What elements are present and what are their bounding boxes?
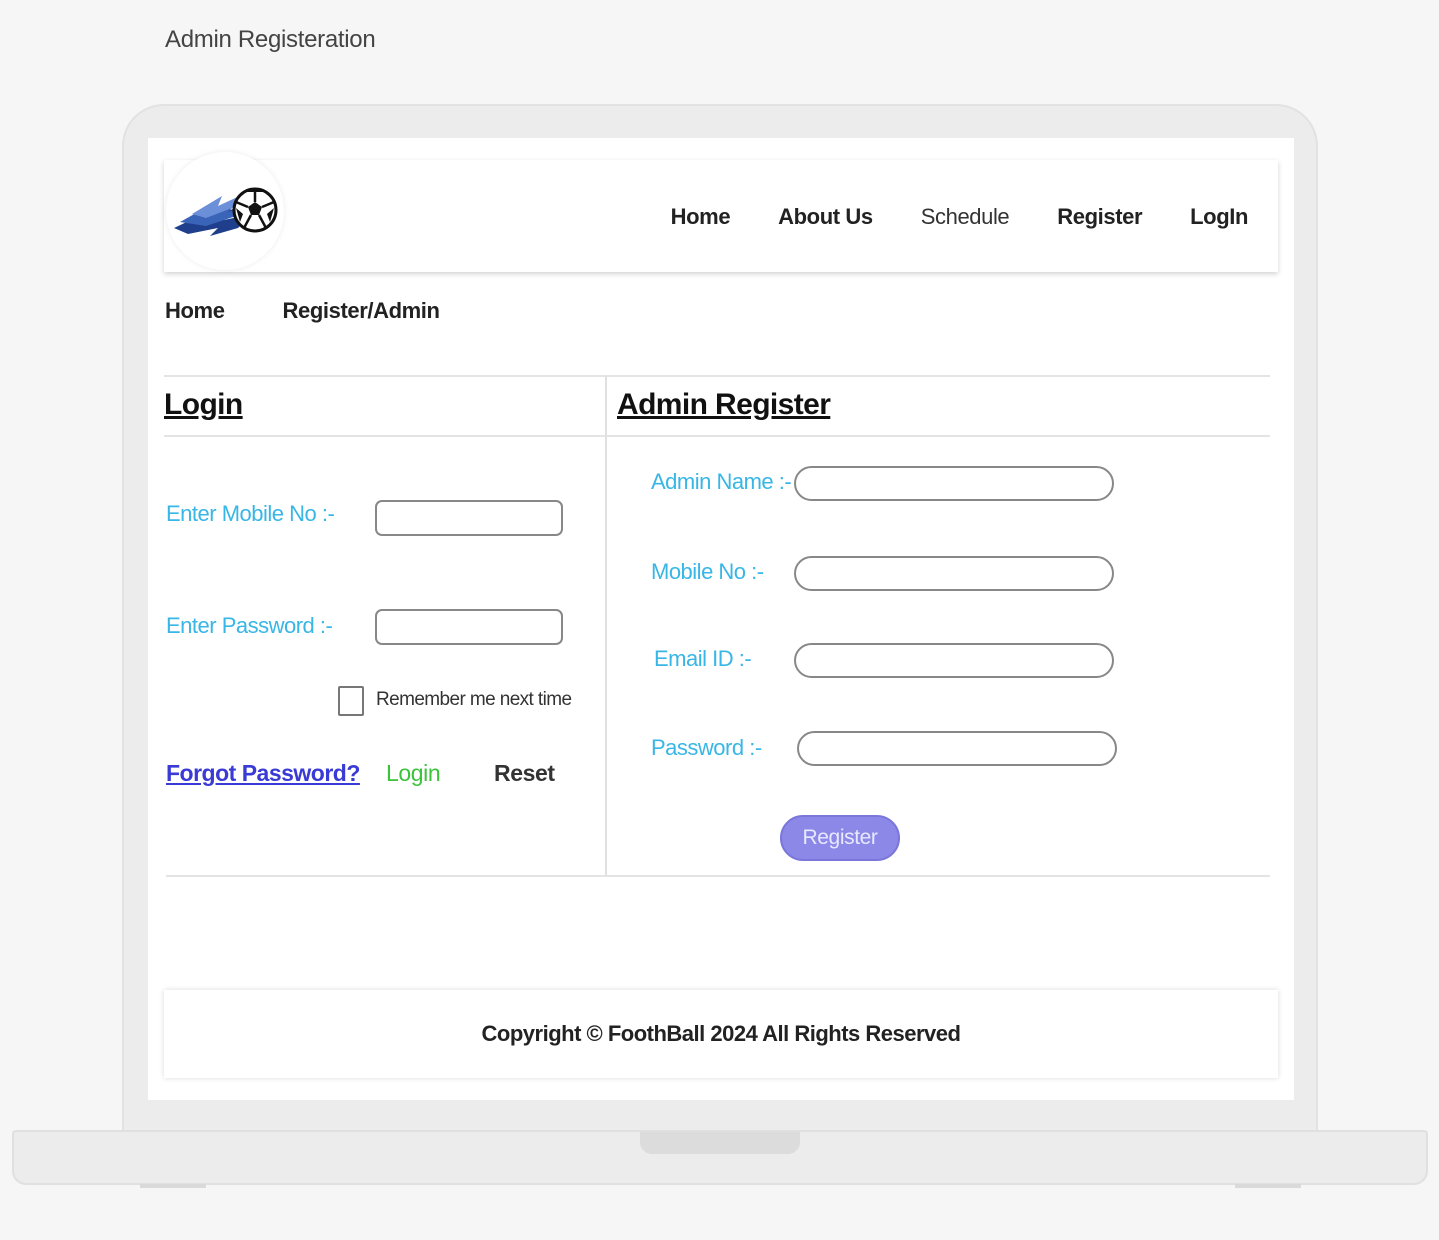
site-footer: Copyright © FoothBall 2024 All Rights Re… xyxy=(164,990,1278,1078)
admin-mobile-label: Mobile No :- xyxy=(651,559,764,584)
admin-password-input[interactable] xyxy=(797,731,1117,766)
panel-vertical-divider xyxy=(605,376,607,876)
app-screen: Home About Us Schedule Register LogIn Ho… xyxy=(148,138,1294,1100)
login-mobile-input[interactable] xyxy=(375,500,563,536)
admin-name-input[interactable] xyxy=(794,466,1114,501)
password-label: Enter Password :- xyxy=(166,613,333,638)
site-header: Home About Us Schedule Register LogIn xyxy=(164,152,1278,272)
admin-email-input[interactable] xyxy=(794,643,1114,678)
admin-mobile-input[interactable] xyxy=(794,556,1114,591)
nav-about-us[interactable]: About Us xyxy=(778,204,873,230)
panel-bottom-divider xyxy=(166,875,1270,877)
login-password-input[interactable] xyxy=(375,609,563,645)
forgot-password-link[interactable]: Forgot Password? xyxy=(166,760,360,787)
main-nav: Home About Us Schedule Register LogIn xyxy=(671,204,1249,230)
reset-button[interactable]: Reset xyxy=(494,760,555,787)
admin-register-title: Admin Register xyxy=(617,388,831,421)
remember-label: Remember me next time xyxy=(376,689,572,710)
page-caption: Admin Registeration xyxy=(165,26,376,53)
panel-top-divider xyxy=(164,375,1270,377)
breadcrumb: Home Register/Admin xyxy=(165,298,440,324)
admin-password-label: Password :- xyxy=(651,735,762,760)
breadcrumb-current: Register/Admin xyxy=(282,298,440,323)
nav-schedule[interactable]: Schedule xyxy=(921,204,1010,230)
admin-name-label: Admin Name :- xyxy=(651,469,792,494)
laptop-notch xyxy=(640,1132,800,1154)
laptop-foot-left xyxy=(140,1184,206,1188)
nav-register[interactable]: Register xyxy=(1057,204,1142,230)
football-logo-icon[interactable] xyxy=(166,152,284,270)
register-button[interactable]: Register xyxy=(780,815,900,861)
nav-home[interactable]: Home xyxy=(671,204,731,230)
panel-title-divider xyxy=(164,435,1270,437)
copyright-text: Copyright © FoothBall 2024 All Rights Re… xyxy=(481,1021,961,1046)
login-button[interactable]: Login xyxy=(386,760,441,787)
breadcrumb-home[interactable]: Home xyxy=(165,298,225,324)
laptop-foot-right xyxy=(1235,1184,1301,1188)
login-title: Login xyxy=(164,388,243,421)
admin-email-label: Email ID :- xyxy=(654,646,752,671)
mobile-label: Enter Mobile No :- xyxy=(166,501,335,526)
nav-login[interactable]: LogIn xyxy=(1190,204,1248,230)
remember-checkbox[interactable] xyxy=(338,686,364,716)
